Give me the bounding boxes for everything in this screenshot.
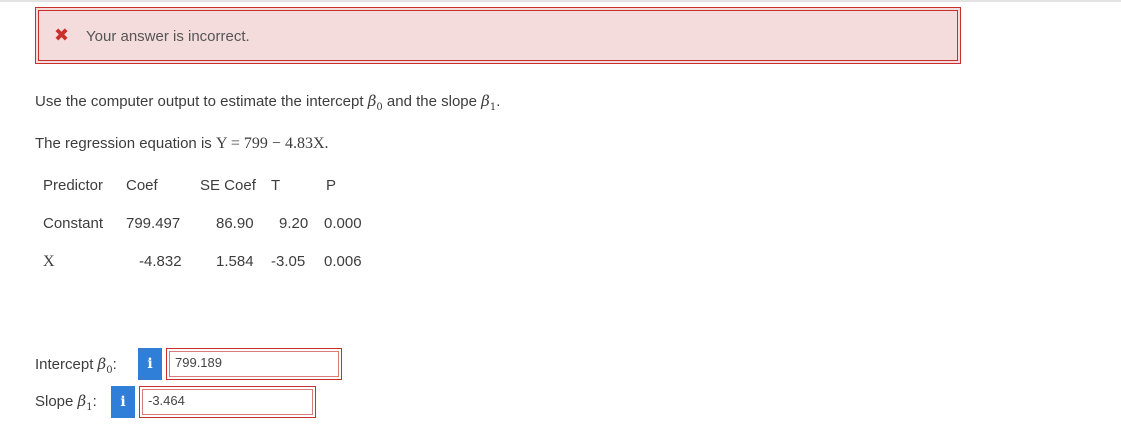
row-constant-p: 0.000 (324, 215, 362, 232)
top-divider (0, 0, 1121, 2)
intercept-label: Intercept β0: (35, 355, 117, 376)
row-x-predictor: X (43, 253, 55, 270)
info-icon[interactable]: i (111, 386, 135, 418)
row-x-p: 0.006 (324, 253, 362, 270)
row-constant-se: 86.90 (216, 215, 254, 232)
question-middle: and the slope (382, 93, 482, 110)
slope-input[interactable]: -3.464 (139, 386, 316, 418)
row-constant-coef: 799.497 (126, 215, 181, 232)
header-coef: Coef (126, 177, 158, 194)
equation-formula: Y = 799 − 4.83X. (215, 135, 329, 152)
question-suffix: . (496, 93, 501, 110)
beta0-symbol: β0 (367, 92, 383, 113)
row-constant-predictor: Constant (43, 215, 104, 232)
row-constant-t: 9.20 (279, 215, 309, 232)
slope-label: Slope β1: (35, 392, 97, 413)
question-prefix: Use the computer output to estimate the … (35, 93, 368, 110)
regression-equation: The regression equation is Y = 799 − 4.8… (35, 134, 329, 154)
alert-message: Your answer is incorrect. (86, 28, 250, 45)
question-text: Use the computer output to estimate the … (35, 91, 500, 118)
incorrect-alert: ✖ Your answer is incorrect. (35, 7, 961, 64)
header-p: P (326, 177, 337, 194)
row-x-coef: -4.832 (139, 253, 182, 270)
row-x-t: -3.05 (271, 253, 306, 270)
close-icon: ✖ (54, 25, 70, 45)
header-se-coef: SE Coef (200, 177, 256, 194)
header-predictor: Predictor (43, 177, 104, 194)
equation-prefix: The regression equation is (35, 135, 216, 152)
info-icon[interactable]: i (138, 348, 162, 380)
header-t: T (271, 177, 281, 194)
row-x-se: 1.584 (216, 253, 254, 270)
intercept-input[interactable]: 799.189 (166, 348, 342, 380)
beta1-symbol: β1 (481, 92, 497, 113)
